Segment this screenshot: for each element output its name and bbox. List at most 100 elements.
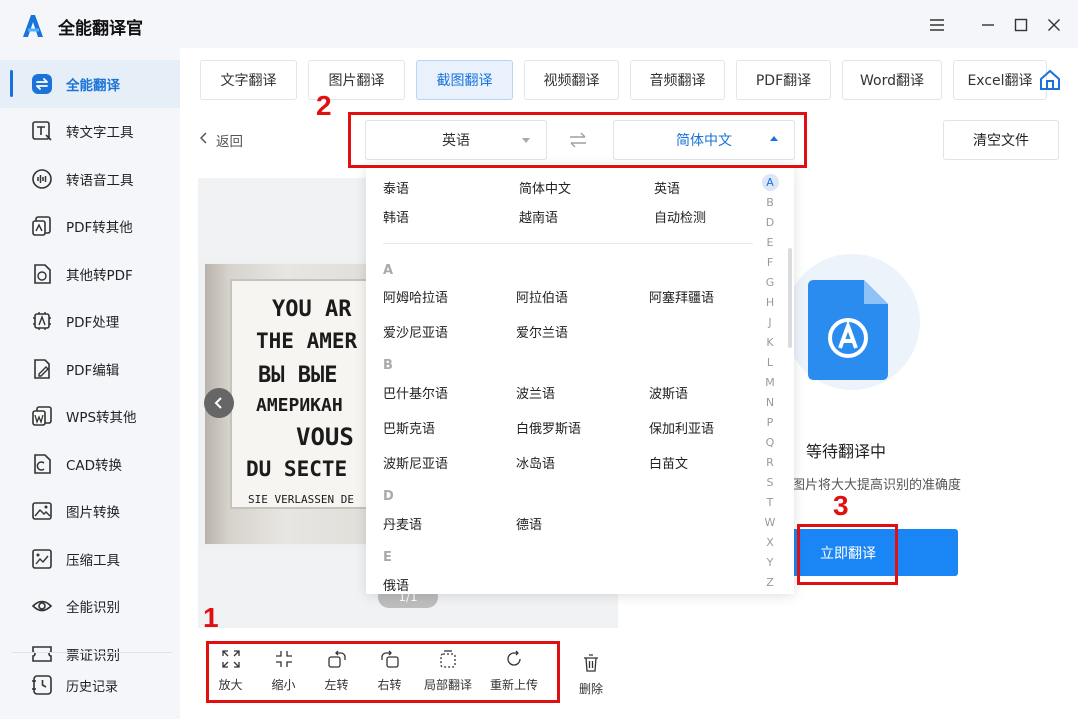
app-logo-icon — [18, 11, 48, 41]
alphabet-letter[interactable]: X — [758, 532, 782, 552]
tab-screenshot-translate[interactable]: 截图翻译 — [416, 60, 513, 100]
alphabet-letter[interactable]: W — [758, 512, 782, 532]
language-option[interactable]: 德语 — [516, 514, 542, 533]
sidebar-item-label: PDF编辑 — [66, 362, 120, 379]
language-option[interactable]: 波斯尼亚语 — [383, 453, 448, 472]
language-option[interactable]: 冰岛语 — [516, 453, 555, 472]
alphabet-letter[interactable]: M — [758, 372, 782, 392]
clear-files-button[interactable]: 清空文件 — [943, 120, 1059, 160]
alphabet-letter[interactable]: G — [758, 272, 782, 292]
sidebar-item-label: 全能识别 — [66, 600, 120, 617]
delete-button[interactable]: 删除 — [568, 648, 614, 697]
sidebar-item-text-tool[interactable]: 转文字工具 — [0, 108, 180, 156]
language-option[interactable]: 爱尔兰语 — [516, 322, 568, 341]
tab-audio-translate[interactable]: 音频翻译 — [630, 60, 725, 100]
sidebar-item-voice-tool[interactable]: 转语音工具 — [0, 155, 180, 203]
partial-translate-button[interactable]: 局部翻译 — [416, 644, 480, 700]
language-option[interactable]: 英语 — [654, 178, 680, 197]
language-option[interactable]: 越南语 — [519, 207, 558, 226]
sign-line: ВЫ ВЫЕ — [258, 363, 338, 388]
minimize-icon[interactable] — [977, 14, 999, 36]
language-option[interactable]: 简体中文 — [519, 178, 571, 197]
menu-icon[interactable] — [926, 14, 948, 36]
language-option[interactable]: 白苗文 — [649, 453, 688, 472]
tab-text-translate[interactable]: 文字翻译 — [200, 60, 297, 100]
tool-label: 右转 — [377, 678, 402, 692]
sidebar-item-cad[interactable]: CAD转换 — [0, 440, 180, 488]
zoom-out-button[interactable]: 缩小 — [257, 644, 310, 700]
group-letter: D — [383, 489, 394, 504]
language-option[interactable]: 波斯语 — [649, 383, 688, 402]
alphabet-letter[interactable]: T — [758, 492, 782, 512]
alphabet-letter[interactable]: J — [758, 312, 782, 332]
alphabet-letter[interactable]: Q — [758, 432, 782, 452]
alphabet-letter[interactable]: Y — [758, 552, 782, 572]
caret-up-icon — [770, 136, 778, 141]
alphabet-letter[interactable]: A — [758, 172, 782, 192]
reupload-button[interactable]: 重新上传 — [480, 644, 548, 700]
cad-icon — [30, 452, 54, 476]
language-option[interactable]: 俄语 — [383, 575, 409, 594]
alphabet-letter[interactable]: Z — [758, 572, 782, 592]
sidebar-item-label: WPS转其他 — [66, 410, 137, 427]
annotation-number-2: 2 — [316, 90, 332, 121]
sidebar-item-recognize[interactable]: 全能识别 — [0, 583, 180, 631]
pdf-process-icon — [30, 309, 54, 333]
maximize-icon[interactable] — [1010, 14, 1032, 36]
language-option[interactable]: 丹麦语 — [383, 514, 422, 533]
rotate-right-button[interactable]: 右转 — [363, 644, 416, 700]
sidebar-item-pdf-process[interactable]: PDF处理 — [0, 298, 180, 346]
swap-languages-icon[interactable] — [568, 132, 592, 150]
target-language-select[interactable]: 简体中文 — [613, 120, 795, 160]
tab-video-translate[interactable]: 视频翻译 — [524, 60, 619, 100]
close-icon[interactable] — [1043, 14, 1065, 36]
sidebar-item-translate[interactable]: 全能翻译 — [0, 60, 180, 108]
home-icon[interactable] — [1038, 68, 1062, 92]
sidebar-item-image-convert[interactable]: 图片转换 — [0, 488, 180, 536]
partial-translate-icon — [437, 648, 459, 670]
source-language-select[interactable]: 英语 — [365, 120, 547, 160]
alphabet-letter[interactable]: N — [758, 392, 782, 412]
alphabet-letter[interactable]: D — [758, 212, 782, 232]
alphabet-letter[interactable]: K — [758, 332, 782, 352]
language-option[interactable]: 阿姆哈拉语 — [383, 287, 448, 306]
dropdown-scrollbar[interactable] — [788, 248, 792, 348]
language-option[interactable]: 自动检测 — [654, 207, 706, 226]
language-option[interactable]: 阿塞拜疆语 — [649, 287, 714, 306]
alphabet-letter[interactable]: F — [758, 252, 782, 272]
alphabet-letter[interactable]: S — [758, 472, 782, 492]
alphabet-letter[interactable]: R — [758, 452, 782, 472]
sidebar-item-pdf-edit[interactable]: PDF编辑 — [0, 345, 180, 393]
language-option[interactable]: 巴什基尔语 — [383, 383, 448, 402]
zoom-in-button[interactable]: 放大 — [204, 644, 257, 700]
sidebar-item-history[interactable]: 历史记录 — [0, 662, 180, 708]
alphabet-letter[interactable]: H — [758, 292, 782, 312]
rotate-left-button[interactable]: 左转 — [310, 644, 363, 700]
language-option[interactable]: 韩语 — [383, 207, 409, 226]
sidebar-item-wps[interactable]: WPS转其他 — [0, 393, 180, 441]
previous-image-button[interactable] — [204, 388, 234, 418]
language-option[interactable]: 阿拉伯语 — [516, 287, 568, 306]
sidebar-item-pdf-to-other[interactable]: PDF转其他 — [0, 203, 180, 251]
text-convert-icon — [30, 119, 54, 143]
tool-label: 删除 — [578, 682, 603, 696]
language-option[interactable]: 爱沙尼亚语 — [383, 322, 448, 341]
tab-pdf-translate[interactable]: PDF翻译 — [736, 60, 831, 100]
tool-label: 放大 — [218, 678, 243, 692]
sidebar-item-compress[interactable]: 压缩工具 — [0, 535, 180, 583]
tab-excel-translate[interactable]: Excel翻译 — [953, 60, 1047, 100]
back-button[interactable]: 返回 — [199, 130, 243, 150]
language-option[interactable]: 巴斯克语 — [383, 418, 435, 437]
alphabet-letter[interactable]: L — [758, 352, 782, 372]
source-language-value: 英语 — [442, 133, 470, 149]
language-option[interactable]: 保加利亚语 — [649, 418, 714, 437]
sidebar-item-to-pdf[interactable]: 其他转PDF — [0, 250, 180, 298]
alphabet-letter[interactable]: B — [758, 192, 782, 212]
language-option[interactable]: 泰语 — [383, 178, 409, 197]
tab-word-translate[interactable]: Word翻译 — [842, 60, 942, 100]
alphabet-letter[interactable]: P — [758, 412, 782, 432]
alphabet-letter[interactable]: E — [758, 232, 782, 252]
voice-icon — [30, 167, 54, 191]
language-option[interactable]: 白俄罗斯语 — [516, 418, 581, 437]
language-option[interactable]: 波兰语 — [516, 383, 555, 402]
